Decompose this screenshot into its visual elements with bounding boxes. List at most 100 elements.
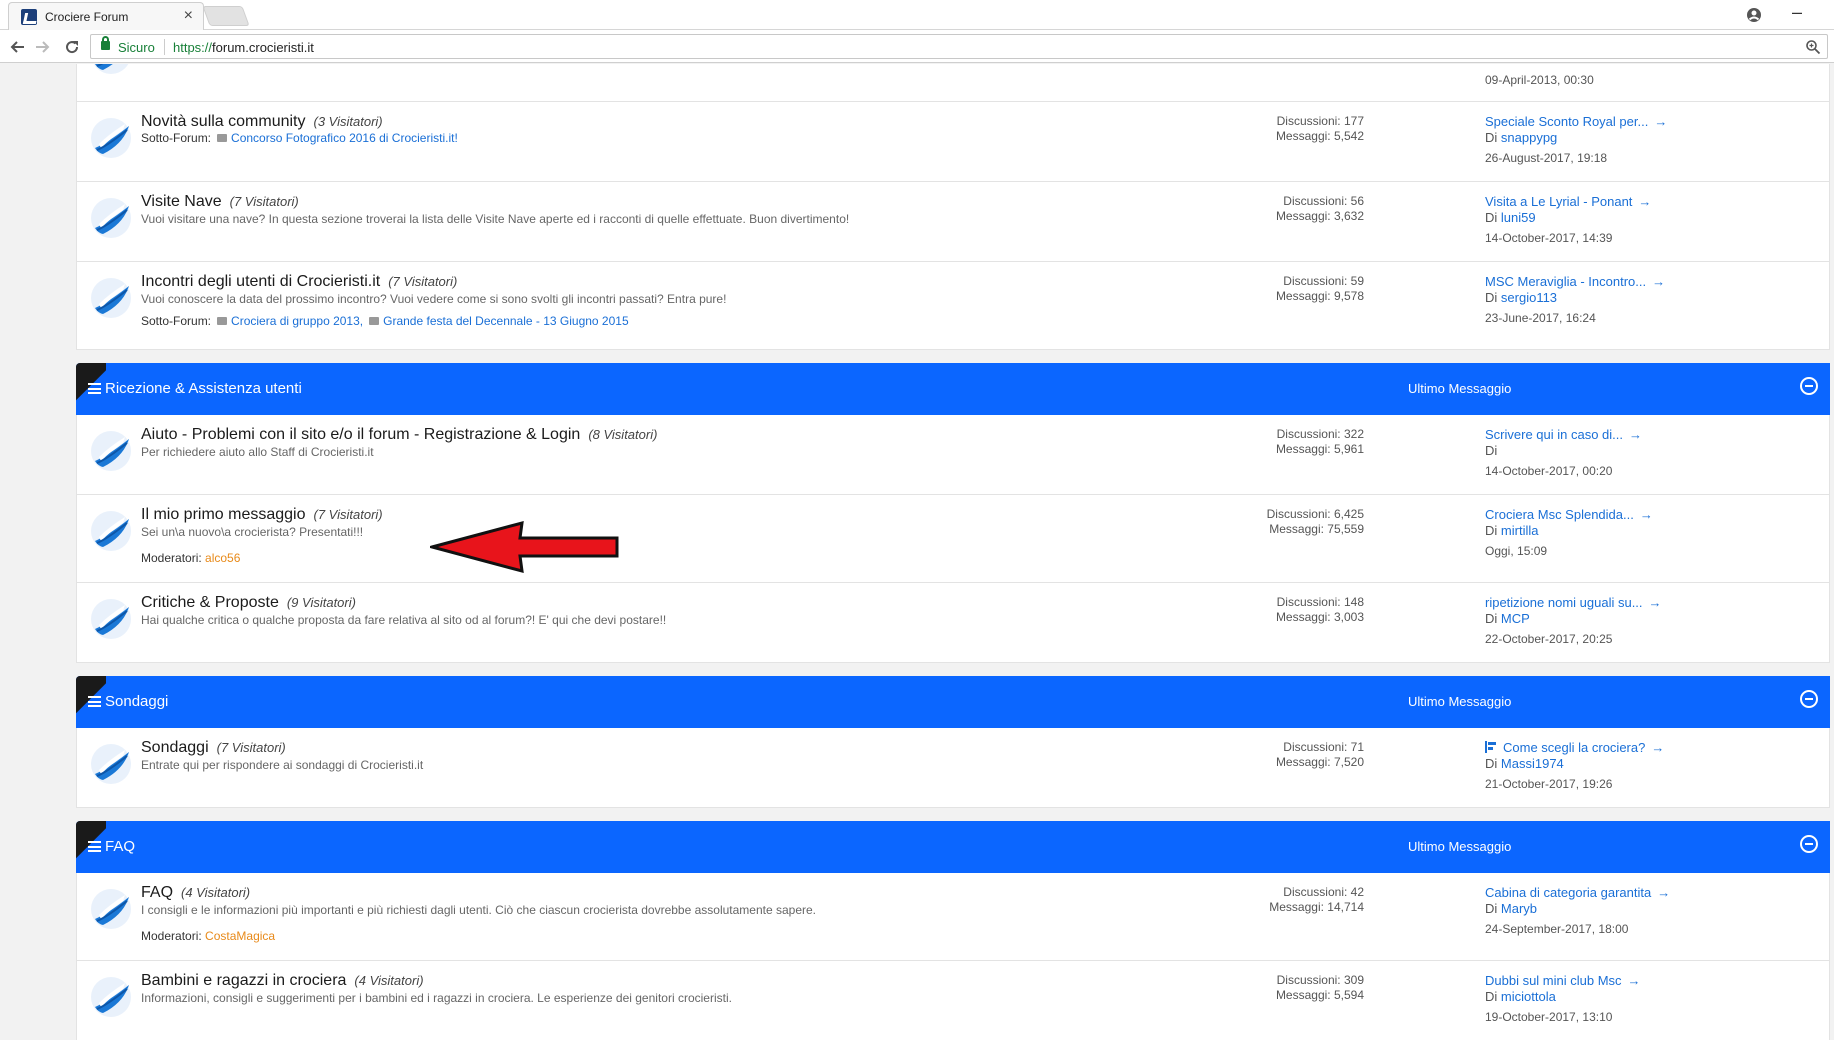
profile-icon[interactable] — [1744, 5, 1764, 25]
forum-stats: Discussioni: 71 Messaggi: 7,520 — [1224, 740, 1364, 770]
category-title-text[interactable]: FAQ — [105, 838, 135, 855]
category-title-text[interactable]: Sondaggi — [105, 693, 168, 710]
category-title-text[interactable]: Ricezione & Assistenza utenti — [105, 380, 302, 397]
last-post-title[interactable]: Scrivere qui in caso di... — [1485, 427, 1623, 442]
last-post-by-label: Di — [1485, 611, 1498, 626]
forum-title-text[interactable]: Bambini e ragazzi in crociera — [141, 972, 346, 989]
url-text[interactable]: https://forum.crocieristi.it — [173, 40, 314, 55]
forum-row-incontri[interactable]: Incontri degli utenti di Crocieristi.it (… — [76, 262, 1830, 350]
new-tab-button[interactable] — [202, 6, 250, 26]
go-arrow-icon[interactable]: → — [1654, 114, 1667, 129]
address-bar[interactable]: Sicuro https://forum.crocieristi.it — [90, 34, 1828, 59]
category-title[interactable]: FAQ — [88, 838, 135, 855]
category-header-faq[interactable]: FAQ Ultimo Messaggio — [76, 821, 1830, 873]
last-post-user[interactable]: MCP — [1501, 611, 1530, 626]
subforum-link[interactable]: Crociera di gruppo 2013, — [231, 314, 363, 328]
go-arrow-icon[interactable]: → — [1640, 507, 1653, 522]
last-post-title[interactable]: Speciale Sconto Royal per... — [1485, 114, 1648, 129]
go-arrow-icon[interactable]: → — [1657, 885, 1670, 900]
forum-row-primo-messaggio[interactable]: Il mio primo messaggio (7 Visitatori) Sei… — [76, 495, 1830, 583]
annotation-arrow-icon — [430, 520, 619, 574]
last-post-user[interactable]: sergio113 — [1501, 290, 1557, 305]
last-post-user[interactable]: Massi1974 — [1501, 756, 1564, 771]
forum-description: I consigli e le informazioni più importa… — [141, 903, 817, 917]
forum-title[interactable]: Sondaggi (7 Visitatori) — [141, 739, 286, 757]
window-minimize-button[interactable]: – — [1792, 2, 1802, 23]
go-arrow-icon[interactable]: → — [1649, 595, 1662, 610]
subforum-icon — [217, 317, 228, 325]
forum-row-visite-nave[interactable]: Visite Nave (7 Visitatori) Vuoi visitare … — [76, 182, 1830, 262]
go-arrow-icon[interactable]: → — [1629, 427, 1642, 442]
ship-sail-icon — [89, 509, 133, 553]
forum-title[interactable]: Novità sulla community (3 Visitatori) — [141, 113, 383, 131]
go-arrow-icon[interactable]: → — [1651, 740, 1664, 755]
forum-title-text[interactable]: Il mio primo messaggio — [141, 506, 306, 523]
secure-label: Sicuro — [118, 40, 155, 55]
forum-title[interactable]: Visite Nave (7 Visitatori) — [141, 193, 299, 211]
forum-title[interactable]: Bambini e ragazzi in crociera (4 Visitato… — [141, 972, 424, 990]
forum-title[interactable]: Aiuto - Problemi con il sito e/o il foru… — [141, 426, 657, 444]
zoom-icon[interactable] — [1805, 39, 1821, 55]
forum-description: Per richiedere aiuto allo Staff di Croci… — [141, 445, 374, 459]
forum-row-critiche[interactable]: Critiche & Proposte (9 Visitatori) Hai qu… — [76, 583, 1830, 663]
last-post-title[interactable]: Crociera Msc Splendida... — [1485, 507, 1634, 522]
last-post: Visita a Le Lyrial - Ponant → Di luni59 1… — [1485, 194, 1651, 246]
messages-count: Messaggi: 5,961 — [1275, 442, 1364, 456]
forward-arrow-icon[interactable] — [32, 37, 52, 57]
last-post-user[interactable]: miciottola — [1501, 989, 1556, 1004]
ship-sail-icon — [89, 597, 133, 641]
ship-sail-icon — [89, 742, 133, 786]
go-arrow-icon[interactable]: → — [1652, 274, 1665, 289]
last-post-user[interactable]: mirtilla — [1501, 523, 1539, 538]
forum-title-text[interactable]: FAQ — [141, 884, 173, 901]
forum-description: Vuoi visitare una nave? In questa sezion… — [141, 212, 850, 226]
forum-title[interactable]: FAQ (4 Visitatori) — [141, 884, 250, 902]
back-arrow-icon[interactable] — [8, 37, 28, 57]
last-post-title[interactable]: MSC Meraviglia - Incontro... — [1485, 274, 1646, 289]
forum-title[interactable]: Il mio primo messaggio (7 Visitatori) — [141, 506, 383, 524]
forum-row-partial[interactable]: 09-April-2013, 00:30 — [76, 64, 1830, 102]
browser-tab-active[interactable]: Crociere Forum × — [8, 2, 204, 30]
go-arrow-icon[interactable]: → — [1638, 194, 1651, 209]
go-arrow-icon[interactable]: → — [1628, 973, 1641, 988]
forum-description: Entrate qui per rispondere ai sondaggi d… — [141, 758, 424, 772]
forum-row-faq[interactable]: FAQ (4 Visitatori) I consigli e le inform… — [76, 873, 1830, 961]
forum-row-bambini[interactable]: Bambini e ragazzi in crociera (4 Visitato… — [76, 961, 1830, 1040]
forum-title-text[interactable]: Incontri degli utenti di Crocieristi.it — [141, 273, 380, 290]
forum-title-text[interactable]: Visite Nave — [141, 193, 222, 210]
tab-close-icon[interactable]: × — [184, 7, 193, 25]
category-header-sondaggi[interactable]: Sondaggi Ultimo Messaggio — [76, 676, 1830, 728]
collapse-minus-icon[interactable] — [1800, 835, 1818, 853]
visitors-count: (8 Visitatori) — [588, 427, 658, 442]
forum-title-text[interactable]: Critiche & Proposte — [141, 594, 279, 611]
last-post-user[interactable]: snappypg — [1501, 130, 1557, 145]
category-title[interactable]: Sondaggi — [88, 693, 168, 710]
last-post-title[interactable]: Visita a Le Lyrial - Ponant — [1485, 194, 1632, 209]
last-post-title[interactable]: Dubbi sul mini club Msc — [1485, 973, 1622, 988]
last-post-title[interactable]: ripetizione nomi uguali su... — [1485, 595, 1643, 610]
forum-row-sondaggi[interactable]: Sondaggi (7 Visitatori) Entrate qui per r… — [76, 728, 1830, 808]
moderator-link[interactable]: alco56 — [205, 551, 240, 565]
forum-row-novita[interactable]: Novità sulla community (3 Visitatori) Sot… — [76, 102, 1830, 182]
last-post-title[interactable]: Cabina di categoria garantita — [1485, 885, 1651, 900]
forum-title-text[interactable]: Novità sulla community — [141, 113, 306, 130]
forum-row-aiuto[interactable]: Aiuto - Problemi con il sito e/o il foru… — [76, 415, 1830, 495]
forum-title-text[interactable]: Sondaggi — [141, 739, 209, 756]
last-post-title[interactable]: Come scegli la crociera? — [1503, 740, 1645, 755]
forum-title[interactable]: Critiche & Proposte (9 Visitatori) — [141, 594, 356, 612]
reload-icon[interactable] — [62, 37, 82, 57]
subforum-link[interactable]: Concorso Fotografico 2016 di Crocieristi… — [231, 131, 458, 145]
messages-count: Messaggi: 75,559 — [1269, 522, 1364, 536]
category-title[interactable]: Ricezione & Assistenza utenti — [88, 380, 302, 397]
subforum-link[interactable]: Grande festa del Decennale - 13 Giugno 2… — [383, 314, 629, 328]
last-post-user[interactable]: luni59 — [1501, 210, 1536, 225]
forum-title-text[interactable]: Aiuto - Problemi con il sito e/o il foru… — [141, 426, 580, 443]
collapse-minus-icon[interactable] — [1800, 377, 1818, 395]
moderator-link[interactable]: CostaMagica — [205, 929, 275, 943]
ship-sail-icon — [89, 429, 133, 473]
forum-title[interactable]: Incontri degli utenti di Crocieristi.it (… — [141, 273, 457, 291]
collapse-minus-icon[interactable] — [1800, 690, 1818, 708]
last-post-user[interactable]: Maryb — [1501, 901, 1537, 916]
category-header-assistenza[interactable]: Ricezione & Assistenza utenti Ultimo Mes… — [76, 363, 1830, 415]
forum-description: Informazioni, consigli e suggerimenti pe… — [141, 991, 732, 1005]
